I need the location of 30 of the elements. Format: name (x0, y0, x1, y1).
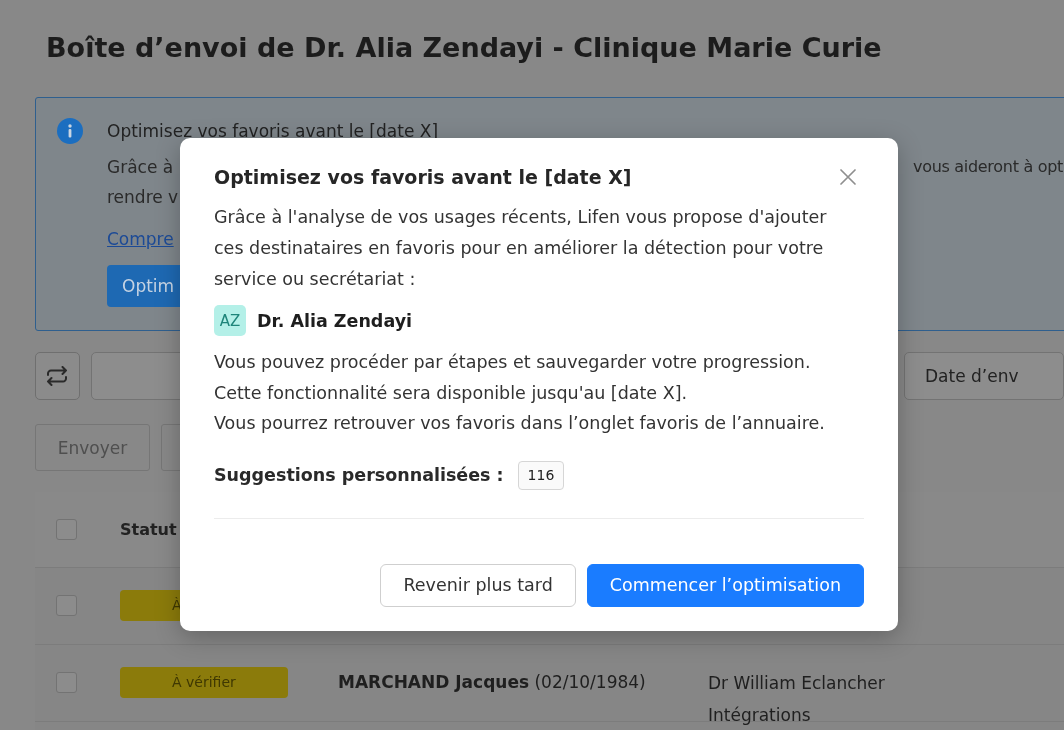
modal-text: Vous pourrez retrouver vos favoris dans l’onglet favoris de l’annuaire. (214, 412, 825, 435)
refresh-icon (46, 366, 69, 386)
secondary-button[interactable]: Revenir plus tard (380, 563, 576, 607)
table-cell-text: Intégrations (708, 704, 811, 727)
table-cell-text: Dr William Eclancher (708, 672, 885, 695)
info-icon (57, 118, 83, 144)
banner-text: Grâce à (107, 156, 174, 179)
checkbox[interactable] (56, 595, 77, 616)
modal-text: Vous pouvez procéder par étapes et sauvegarder votre progression. (214, 351, 811, 374)
table-cell-text: MARCHAND Jacques (02/10/1984) (338, 671, 647, 694)
column-header: Statut (120, 520, 177, 539)
page-title: Boîte d’envoi de Dr. Alia Zendayi - Clinique Marie Curie (46, 31, 882, 65)
checkbox[interactable] (56, 519, 77, 540)
close-icon[interactable] (840, 169, 856, 185)
primary-button[interactable]: Commencer l’optimisation (586, 563, 864, 607)
banner-text: vous aideront à opt (913, 156, 1063, 178)
initials-avatar: AZ (214, 305, 246, 336)
modal-title: Optimisez vos favoris avant le [date X] (214, 165, 632, 190)
suggestions-label: Suggestions personnalisées : (214, 465, 504, 485)
date-filter-button[interactable]: Date d’env (904, 352, 1064, 400)
banner-link[interactable]: Compre (107, 224, 174, 254)
modal-text: Cette fonctionnalité sera disponible jusqu'au [date X]. (214, 381, 688, 405)
banner-title: Optimisez vos favoris avant le [date X] (107, 120, 439, 143)
recipient-name: Dr. Alia Zendayi (257, 310, 413, 331)
refresh-button[interactable] (35, 352, 80, 400)
banner-text: rendre v (107, 186, 179, 209)
checkbox[interactable] (56, 672, 77, 693)
status-badge: À vérifier (120, 667, 288, 698)
modal-text: Grâce à l'analyse de vos usages récents, Lifen vous propose d'ajouter ces destinataires en favoris pour en améliorer la détection pour votre service ou secrétariat : (214, 206, 828, 291)
count-badge: 116 (517, 460, 565, 490)
